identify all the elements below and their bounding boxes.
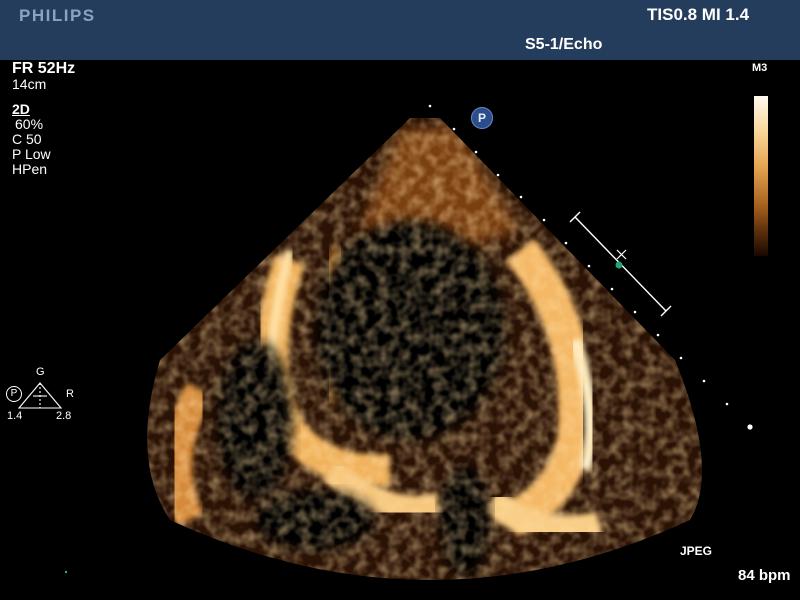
heart-rate: 84 bpm	[738, 567, 791, 584]
small-green-dot	[64, 570, 68, 574]
echo-image	[17, 104, 753, 580]
focus-triangle-icon	[17, 382, 63, 409]
speckle-texture	[147, 118, 703, 580]
focus-p-icon: P	[6, 386, 22, 402]
focus-r-label: R	[66, 388, 74, 400]
focus-g-label: G	[36, 366, 45, 378]
orientation-marker-icon: P	[471, 107, 493, 129]
focus-left-value: 1.4	[7, 410, 23, 422]
focus-right-value: 2.8	[56, 410, 72, 422]
format-label: JPEG	[680, 544, 713, 558]
ultrasound-sector	[147, 118, 703, 580]
